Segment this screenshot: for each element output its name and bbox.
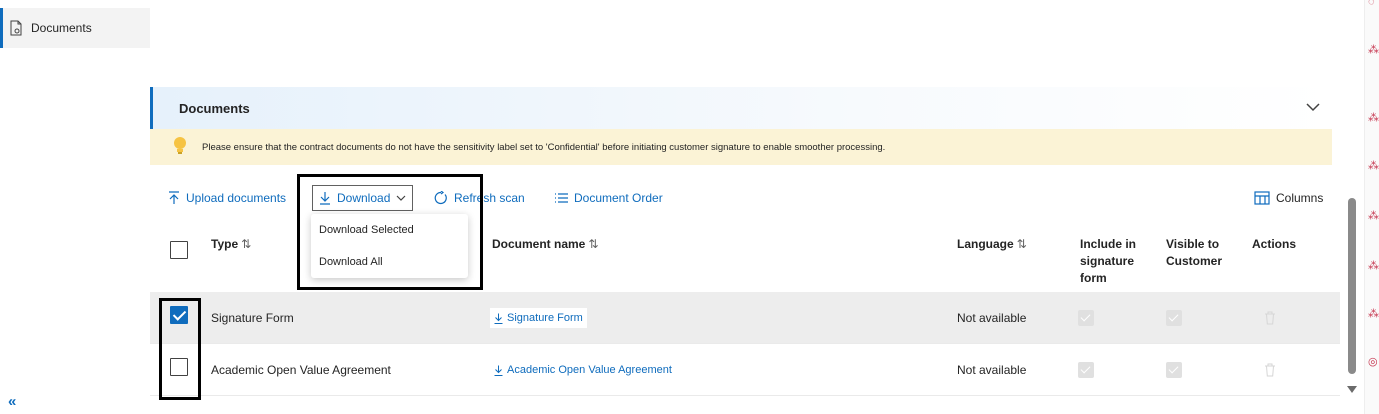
header-visible-line: Visible to	[1166, 237, 1220, 251]
pin-icon[interactable]: ⁂	[1368, 112, 1379, 124]
language-cell: Not available	[957, 363, 1027, 377]
document-order-button[interactable]: Document Order	[554, 185, 663, 211]
collapse-nav-button[interactable]: «	[8, 393, 16, 410]
columns-icon	[1254, 191, 1270, 205]
header-type-label: Type	[211, 237, 239, 251]
pin-icon[interactable]: ⁂	[1368, 260, 1379, 272]
column-header-type[interactable]: Type ⇅	[211, 236, 251, 253]
header-include-line: Include in	[1080, 237, 1137, 251]
table-row[interactable]: Academic Open Value Agreement Academic O…	[150, 344, 1340, 396]
type-cell: Signature Form	[211, 311, 294, 325]
documents-toolbar: Upload documents Download Refresh scan D…	[150, 185, 1340, 213]
select-all-checkbox[interactable]	[170, 241, 188, 259]
document-name: Signature Form	[507, 312, 583, 324]
banner-text: Please ensure that the contract document…	[202, 141, 886, 153]
order-label: Document Order	[574, 191, 663, 205]
column-header-document-name[interactable]: Document name ⇅	[492, 236, 598, 253]
section-title: Documents	[179, 100, 250, 116]
document-icon	[9, 20, 23, 36]
column-header-actions: Actions	[1252, 237, 1297, 251]
document-name: Academic Open Value Agreement	[507, 364, 672, 376]
type-cell: Academic Open Value Agreement	[211, 363, 391, 377]
scroll-down-arrow-icon[interactable]	[1347, 386, 1357, 393]
left-navigation: Documents «	[0, 0, 150, 414]
sort-icon: ⇅	[241, 237, 252, 251]
download-icon	[494, 365, 503, 376]
sort-icon: ⇅	[588, 237, 599, 251]
columns-label: Columns	[1276, 191, 1324, 205]
delete-icon	[1264, 363, 1276, 377]
document-download-link[interactable]: Academic Open Value Agreement	[490, 360, 676, 380]
download-icon	[494, 313, 503, 324]
warning-banner: Please ensure that the contract document…	[150, 129, 1332, 165]
include-in-signature-checkbox	[1078, 362, 1094, 378]
header-include-line: form	[1080, 271, 1107, 285]
scrollbar-thumb[interactable]	[1348, 198, 1356, 374]
include-in-signature-checkbox	[1078, 310, 1094, 326]
lightbulb-icon	[172, 136, 188, 156]
documents-section-header[interactable]: Documents	[150, 87, 1332, 129]
visible-to-customer-checkbox	[1166, 362, 1182, 378]
download-icon	[319, 191, 331, 205]
download-button[interactable]: Download	[312, 185, 414, 211]
right-rail: ◌ ⁂ ⁂ ⁂ ⁂ ⁂ ⁂ ◎	[1364, 0, 1379, 414]
sort-icon: ⇅	[1016, 237, 1027, 251]
language-cell: Not available	[957, 311, 1027, 325]
chevron-down-icon[interactable]	[1306, 101, 1320, 113]
nav-item-label: Documents	[31, 21, 92, 35]
rail-status-icon[interactable]: ◌	[1368, 0, 1379, 8]
column-header-language[interactable]: Language ⇅	[957, 236, 1027, 253]
upload-documents-button[interactable]: Upload documents	[168, 185, 286, 211]
delete-icon	[1264, 311, 1276, 325]
column-header-visible-to-customer: Visible to Customer	[1166, 236, 1222, 270]
columns-button[interactable]: Columns	[1254, 185, 1323, 211]
rail-status-icon[interactable]: ◎	[1368, 356, 1379, 368]
header-visible-line: Customer	[1166, 254, 1223, 268]
pin-icon[interactable]: ⁂	[1368, 44, 1379, 56]
refresh-icon	[434, 191, 448, 205]
row-checkbox[interactable]	[170, 306, 188, 324]
nav-item-documents[interactable]: Documents	[0, 8, 150, 48]
refresh-label: Refresh scan	[454, 191, 525, 205]
header-language-label: Language	[957, 237, 1014, 251]
pin-icon[interactable]: ⁂	[1368, 308, 1379, 320]
vertical-scrollbar[interactable]	[1345, 0, 1359, 414]
document-download-link[interactable]: Signature Form	[490, 308, 587, 328]
header-include-line: signature	[1080, 254, 1135, 268]
visible-to-customer-checkbox	[1166, 310, 1182, 326]
refresh-scan-button[interactable]: Refresh scan	[434, 185, 525, 211]
header-document-name-label: Document name	[492, 237, 586, 251]
upload-label: Upload documents	[186, 191, 287, 205]
download-label: Download	[337, 191, 391, 205]
download-selected-option[interactable]: Download Selected	[311, 214, 468, 246]
download-all-option[interactable]: Download All	[311, 246, 468, 278]
download-dropdown-menu: Download Selected Download All	[311, 214, 468, 278]
pin-icon[interactable]: ⁂	[1368, 210, 1379, 222]
column-header-include-in-signature-form: Include in signature form	[1080, 236, 1136, 287]
list-icon	[554, 192, 568, 204]
chevron-down-icon	[396, 195, 406, 202]
table-row[interactable]: Signature Form Signature Form Not availa…	[150, 292, 1340, 344]
pin-icon[interactable]: ⁂	[1368, 160, 1379, 172]
row-checkbox[interactable]	[170, 358, 188, 376]
upload-icon	[168, 191, 180, 205]
